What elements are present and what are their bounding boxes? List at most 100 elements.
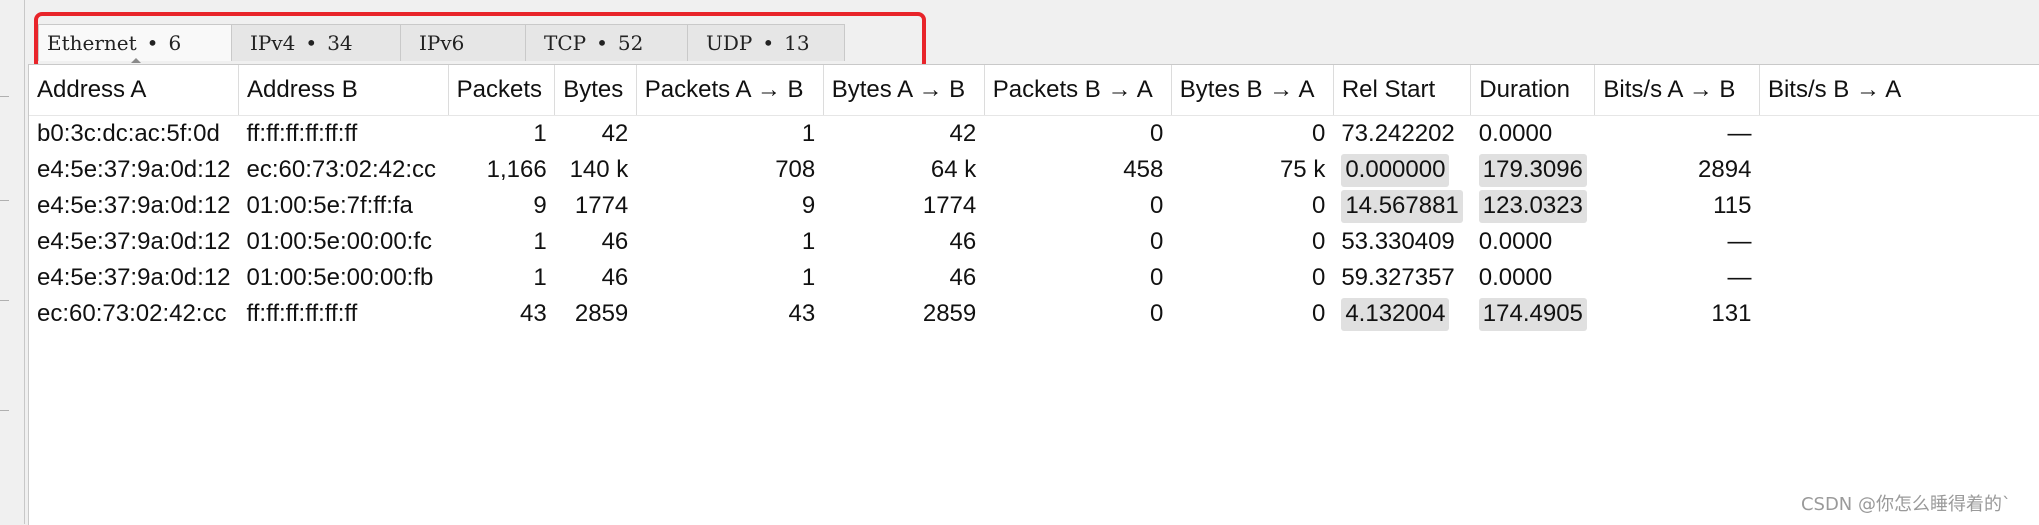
table-cell: — <box>1727 120 1752 147</box>
duration-bar-value: 174.4905 <box>1478 298 1587 331</box>
tab-count: 34 <box>327 31 353 55</box>
column-header-rel-start[interactable]: Rel Start <box>1333 65 1472 116</box>
column-header-bits-b-a[interactable]: Bits/s B → A <box>1759 65 2039 116</box>
tab-ipv4[interactable]: IPv4 • 34 <box>232 24 401 61</box>
table-cell: 0 <box>1149 300 1164 327</box>
table-cell: 123.0323 <box>1471 188 1595 224</box>
table-cell: 1 <box>801 120 816 147</box>
table-cell: 0 <box>1149 120 1164 147</box>
column-header-address-b[interactable]: Address B <box>238 65 449 116</box>
table-cell: 179.3096 <box>1471 152 1595 188</box>
table-cell: 2859 <box>922 300 977 327</box>
table-cell: 458 <box>1123 156 1164 183</box>
table-cell <box>1759 188 2039 224</box>
table-row[interactable]: e4:5e:37:9a:0d:12 01:00:5e:7f:ff:fa 9 1774 9… <box>29 188 2039 224</box>
table-cell: 0 <box>1311 300 1326 327</box>
table-cell: ec:60:73:02:42:cc <box>37 300 227 327</box>
tab-label: IPv4 <box>250 31 296 55</box>
duration-bar-value: 179.3096 <box>1478 154 1587 187</box>
table-cell: 9 <box>801 192 816 219</box>
column-header-bytes[interactable]: Bytes <box>554 65 637 116</box>
table-row[interactable]: e4:5e:37:9a:0d:12 01:00:5e:00:00:fc 1 46 1 46… <box>29 224 2039 260</box>
table-row[interactable]: e4:5e:37:9a:0d:12 ec:60:73:02:42:cc 1,166 1… <box>29 152 2039 188</box>
table-cell: 46 <box>601 228 629 255</box>
table-cell: 0.0000 <box>1478 264 1553 291</box>
table-cell: e4:5e:37:9a:0d:12 <box>37 156 231 183</box>
column-header-bits-a-b[interactable]: Bits/s A → B <box>1594 65 1760 116</box>
table-row[interactable]: b0:3c:dc:ac:5f:0d ff:ff:ff:ff:ff:ff 1 42 1 42… <box>29 116 2039 153</box>
table-cell: 708 <box>775 156 816 183</box>
table-cell: 53.330409 <box>1341 228 1455 255</box>
table-cell: ff:ff:ff:ff:ff:ff <box>246 120 358 147</box>
table-cell: e4:5e:37:9a:0d:12 <box>37 228 231 255</box>
table-cell: — <box>1727 228 1752 255</box>
table-header-row: Address A Address B Packets Bytes Packet… <box>29 65 2039 116</box>
column-header-packets-a-b[interactable]: Packets A → B <box>636 65 824 116</box>
table-cell: 1 <box>533 264 547 291</box>
table-cell: 0 <box>1311 264 1326 291</box>
table-cell: 46 <box>949 264 977 291</box>
table-cell: ec:60:73:02:42:cc <box>246 156 436 183</box>
tab-label: Ethernet <box>47 31 137 55</box>
table-cell: 0 <box>1149 192 1164 219</box>
table-cell: b0:3c:dc:ac:5f:0d <box>37 120 220 147</box>
column-header-address-a[interactable]: Address A <box>29 65 240 116</box>
column-header-packets[interactable]: Packets <box>448 65 556 116</box>
tab-ipv6[interactable]: IPv6 <box>401 24 526 61</box>
tab-ethernet[interactable]: Ethernet • 6 <box>39 24 232 63</box>
edge-tick <box>0 200 9 201</box>
table-cell: 0 <box>1311 192 1326 219</box>
table-cell: 43 <box>788 300 816 327</box>
table-cell: 42 <box>601 120 629 147</box>
watermark: CSDN @你怎么睡得着的` <box>1800 494 2011 515</box>
table-cell: 9 <box>533 192 547 219</box>
table-cell: 01:00:5e:00:00:fc <box>246 228 432 255</box>
tab-count: 13 <box>784 31 810 55</box>
tab-udp[interactable]: UDP • 13 <box>688 24 845 61</box>
rel-start-bar-value: 4.132004 <box>1341 298 1450 331</box>
table-cell: 1 <box>533 228 547 255</box>
table-row[interactable]: e4:5e:37:9a:0d:12 01:00:5e:00:00:fb 1 46 1 46… <box>29 260 2039 296</box>
table-cell: 1 <box>801 264 816 291</box>
tab-label: UDP <box>706 31 753 55</box>
table-cell: — <box>1727 264 1752 291</box>
table-cell: 0.0000 <box>1478 120 1553 147</box>
table-cell: 131 <box>1711 300 1752 327</box>
table-cell: e4:5e:37:9a:0d:12 <box>37 264 231 291</box>
tab-tcp[interactable]: TCP • 52 <box>526 24 688 61</box>
table-cell: 0 <box>1311 228 1326 255</box>
table-cell: 0.000000 <box>1333 152 1470 188</box>
rel-start-bar-value: 14.567881 <box>1341 190 1463 223</box>
column-header-bytes-b-a[interactable]: Bytes B → A <box>1171 65 1334 116</box>
column-header-duration[interactable]: Duration <box>1470 65 1596 116</box>
tab-count: 52 <box>617 31 644 55</box>
table-cell: 0.0000 <box>1478 228 1553 255</box>
table-cell: 0 <box>1311 120 1326 147</box>
column-header-bytes-a-b[interactable]: Bytes A → B <box>823 65 985 116</box>
table-cell: 46 <box>601 264 629 291</box>
left-panel-edge <box>0 0 25 524</box>
table-cell: ff:ff:ff:ff:ff:ff <box>246 300 358 327</box>
tab-separator: • <box>596 31 608 55</box>
table-cell: 115 <box>1713 192 1752 219</box>
conversation-type-tabs: Ethernet • 6 IPv4 • 34 IPv6 TCP • 52 UDP • 13 <box>38 24 845 63</box>
table-cell: 1 <box>533 120 547 147</box>
table-cell <box>1759 116 2039 153</box>
table-cell: 2894 <box>1698 156 1752 183</box>
table-cell: 2859 <box>574 300 629 327</box>
edge-tick <box>0 410 9 411</box>
table-cell: 1,166 <box>486 156 547 183</box>
table-cell: e4:5e:37:9a:0d:12 <box>37 192 231 219</box>
column-header-packets-b-a[interactable]: Packets B → A <box>984 65 1172 116</box>
table-cell: 174.4905 <box>1471 296 1595 332</box>
table-cell <box>1759 152 2039 188</box>
table-cell: 140 k <box>569 156 629 183</box>
table-row[interactable]: ec:60:73:02:42:cc ff:ff:ff:ff:ff:ff 43 2859… <box>29 296 2039 332</box>
tab-label: TCP <box>544 31 587 55</box>
tab-separator: • <box>762 31 775 55</box>
table-cell: 64 k <box>930 156 977 183</box>
table-cell <box>1759 260 2039 296</box>
table-cell <box>1759 224 2039 260</box>
table-cell: 43 <box>520 300 547 327</box>
table-cell: 42 <box>949 120 977 147</box>
